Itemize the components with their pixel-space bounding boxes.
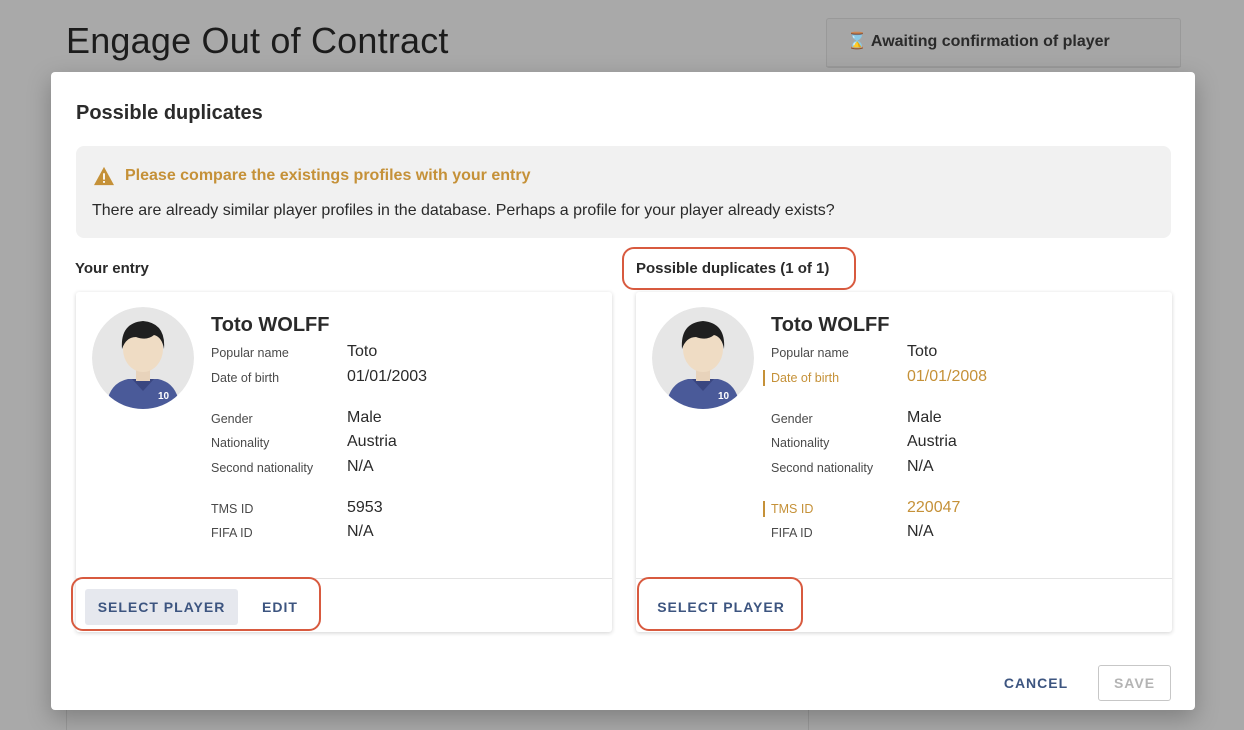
alert-text: There are already similar player profile… xyxy=(92,202,835,219)
page-title: Engage Out of Contract xyxy=(66,20,449,61)
status-text: Awaiting confirmation of player xyxy=(870,33,1110,50)
duplicate-actions-highlight xyxy=(637,577,803,631)
hourglass-icon: ⌛ xyxy=(847,33,867,50)
dup-gender-value: Male xyxy=(907,409,942,426)
tms-id-value: 5953 xyxy=(347,499,383,516)
dup-fifa-id-label: FIFA ID xyxy=(771,526,813,540)
dup-nationality-label: Nationality xyxy=(771,436,830,450)
second-nationality-value: N/A xyxy=(347,458,374,475)
your-entry-label: Your entry xyxy=(75,260,149,277)
dup-gender-label: Gender xyxy=(771,412,813,426)
gender-label: Gender xyxy=(211,412,253,426)
tms-id-diff-marker xyxy=(763,501,765,517)
player-name: Toto WOLFF xyxy=(211,314,330,336)
dup-tms-id-label: TMS ID xyxy=(771,502,814,516)
dup-popular-name-value: Toto xyxy=(907,343,938,360)
dup-popular-name-label: Popular name xyxy=(771,346,849,360)
duplicate-player-name: Toto WOLFF xyxy=(771,314,890,336)
date-of-birth-value: 01/01/2003 xyxy=(347,368,428,385)
warning-alert: Please compare the existings profiles wi… xyxy=(76,146,1171,238)
dup-second-nationality-label: Second nationality xyxy=(771,461,874,475)
popular-name-value: Toto xyxy=(347,343,378,360)
gender-value: Male xyxy=(347,409,382,426)
player-avatar: 10 xyxy=(92,307,194,409)
dup-nationality-value: Austria xyxy=(907,433,957,450)
alert-title: Please compare the existings profiles wi… xyxy=(125,167,531,184)
status-divider xyxy=(826,66,1181,67)
fifa-id-label: FIFA ID xyxy=(211,526,253,540)
nationality-label: Nationality xyxy=(211,436,270,450)
dup-tms-id-value: 220047 xyxy=(907,499,961,516)
duplicate-avatar: 10 xyxy=(652,307,754,409)
date-of-birth-label: Date of birth xyxy=(211,371,280,385)
second-nationality-label: Second nationality xyxy=(211,461,314,475)
popular-name-label: Popular name xyxy=(211,346,289,360)
tms-id-label: TMS ID xyxy=(211,502,254,516)
dup-second-nationality-value: N/A xyxy=(907,458,934,475)
nationality-value: Austria xyxy=(347,433,397,450)
duplicate-avatar-icon: 10 xyxy=(652,307,754,409)
status-panel: ⌛ Awaiting confirmation of player xyxy=(826,18,1181,68)
cancel-button[interactable]: CANCEL xyxy=(996,665,1076,701)
duplicates-dialog: Possible duplicates Please compare the e… xyxy=(51,72,1195,710)
alert-header: Please compare the existings profiles wi… xyxy=(93,166,530,186)
dob-diff-marker xyxy=(763,370,765,386)
jersey-number: 10 xyxy=(158,391,170,402)
dup-fifa-id-value: N/A xyxy=(907,523,934,540)
warning-icon xyxy=(94,166,114,186)
dialog-title: Possible duplicates xyxy=(76,102,263,124)
duplicate-jersey-number: 10 xyxy=(718,391,730,402)
save-button[interactable]: SAVE xyxy=(1098,665,1171,701)
player-avatar-icon: 10 xyxy=(92,307,194,409)
entry-actions-highlight xyxy=(71,577,321,631)
dup-date-of-birth-label: Date of birth xyxy=(771,371,840,385)
dup-date-of-birth-value: 01/01/2008 xyxy=(907,368,988,385)
duplicates-label-highlight xyxy=(622,247,856,290)
fifa-id-value: N/A xyxy=(347,523,374,540)
